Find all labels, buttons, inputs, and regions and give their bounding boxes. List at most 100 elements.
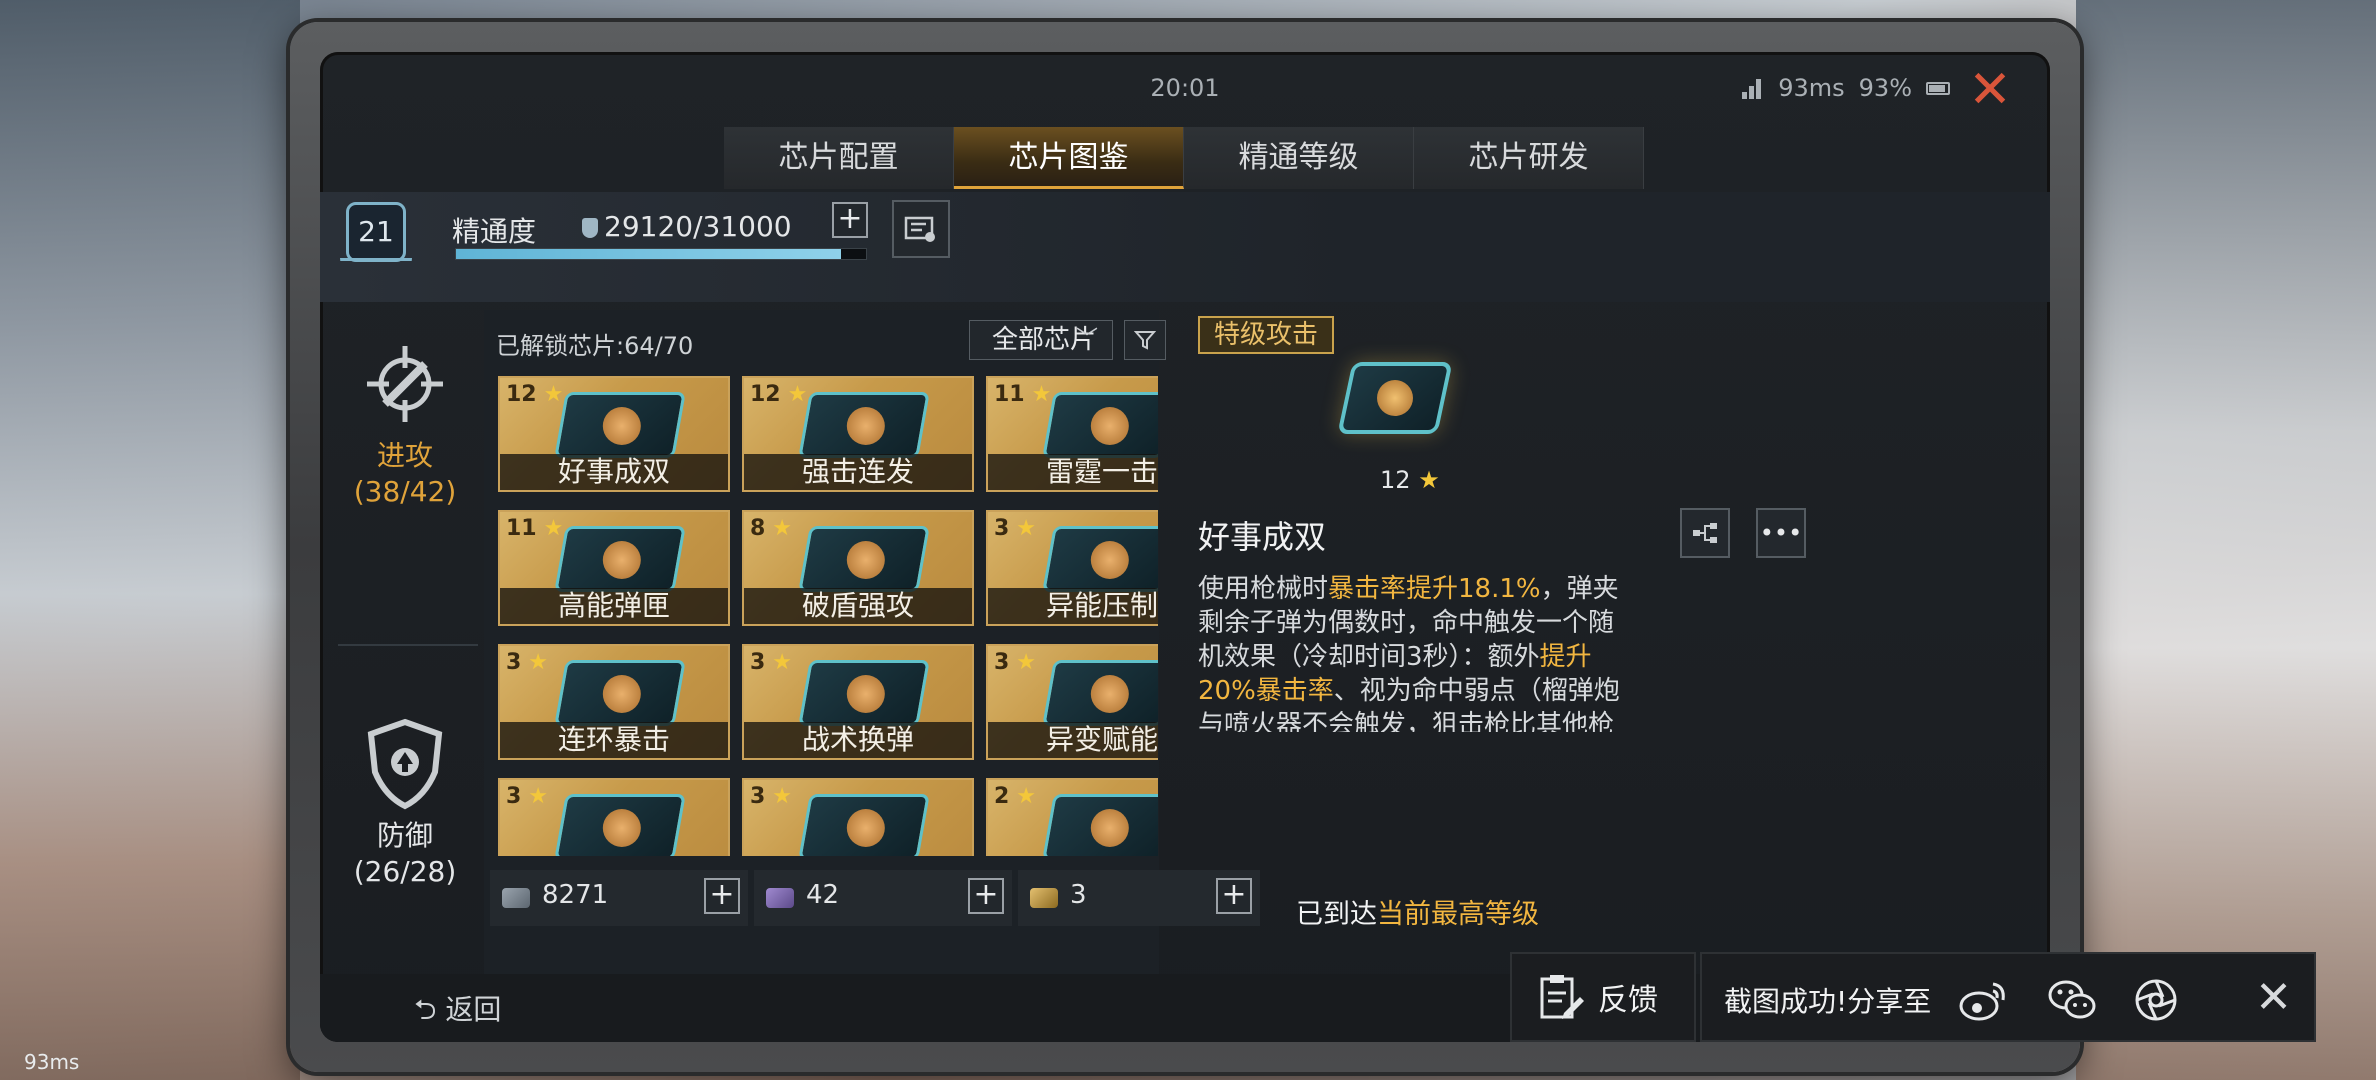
chip-stars: 3 ★ (994, 650, 1036, 675)
chip-icon (1042, 526, 1158, 592)
add-mastery-button[interactable]: + (832, 202, 868, 238)
chip-card[interactable]: 3 ★ 异变赋能 (986, 644, 1158, 760)
sidebar-item-attack[interactable]: 进攻 (38/42) (328, 324, 482, 510)
chip-card[interactable]: 3 ★ 连环暴击 (498, 644, 730, 760)
level-badge: 21 (340, 202, 412, 280)
background-left (0, 0, 300, 1080)
chip-star-count: 8 (750, 516, 766, 541)
chip-tier-tag: 特级攻击 (1198, 316, 1335, 354)
level-number: 21 (346, 202, 406, 262)
branch-icon (1693, 523, 1717, 543)
camera-aperture-icon (2135, 979, 2177, 1021)
close-button[interactable]: ✕ (1962, 62, 2018, 118)
chip-card[interactable]: 3 ★ (498, 778, 730, 856)
chip-star-value: 12 (1380, 466, 1411, 494)
chip-filter-dropdown[interactable]: 全部芯片 ﹀ (969, 320, 1113, 360)
mastery-info-button[interactable] (892, 200, 950, 258)
chip-card[interactable]: 12 ★ 好事成双 (498, 376, 730, 492)
more-button[interactable]: ••• (1756, 508, 1806, 558)
chip-stars: 2 ★ (994, 784, 1036, 809)
chip-card[interactable]: 3 ★ 异能压制 (986, 510, 1158, 626)
chip-card[interactable]: 12 ★ 强击连发 (742, 376, 974, 492)
chip-stars: 12 ★ (750, 382, 807, 407)
chip-icon (1042, 392, 1158, 458)
star-icon: ★ (765, 650, 793, 675)
weibo-share-button[interactable] (1958, 974, 2010, 1026)
chip-name-label: 连环暴击 (500, 722, 728, 758)
category-sidebar: 进攻 (38/42) 防御 (26/28) (328, 304, 482, 984)
tab-chip-research[interactable]: 芯片研发 (1414, 127, 1644, 189)
chip-card[interactable]: 2 ★ (986, 778, 1158, 856)
chip-list-panel: 已解锁芯片:64/70 全部芯片 ﹀ 12 ★ 好事成双 12 ★ 强击连发 11 ★ 雷… (484, 310, 1260, 990)
chip-star-level: 12 ★ (1380, 466, 1440, 494)
unlocked-count: 已解锁芯片:64/70 (496, 332, 694, 360)
chip-icon (1042, 660, 1158, 726)
chip-description: 使用枪械时暴击率提升18.1%，弹夹剩余子弹为偶数时，命中触发一个随机效果（冷却… (1198, 572, 1638, 732)
chip-stars: 12 ★ (506, 382, 563, 407)
chip-name: 好事成双 (1198, 518, 1327, 556)
chip-star-count: 3 (750, 784, 766, 809)
chip-stars: 3 ★ (994, 516, 1036, 541)
wing-icon (340, 258, 412, 278)
chip-icon (554, 660, 686, 726)
chip-icon (554, 392, 686, 458)
clipboard-icon (1540, 975, 1584, 1019)
chip-stars: 11 ★ (506, 516, 563, 541)
star-icon: ★ (1009, 516, 1037, 541)
signal-icon (1742, 77, 1764, 99)
chip-card[interactable]: 3 ★ (742, 778, 974, 856)
feedback-button[interactable]: 反馈 (1510, 952, 1696, 1042)
star-icon: ★ (1024, 382, 1052, 407)
chip-window: 20:01 93ms 93% ✕ 芯片配置 芯片图鉴 精通等级 芯片研发 21 … (320, 52, 2050, 1042)
sidebar-item-defense[interactable]: 防御 (26/28) (328, 704, 482, 890)
weibo-icon (1959, 982, 2005, 1021)
chip-star-count: 2 (994, 784, 1010, 809)
chip-icon (554, 526, 686, 592)
chip-star-count: 3 (994, 516, 1010, 541)
chip-icon (798, 660, 930, 726)
chip-tree-button[interactable] (1680, 508, 1730, 558)
more-icon: ••• (1759, 519, 1803, 547)
chip-card[interactable]: 8 ★ 破盾强攻 (742, 510, 974, 626)
chip-star-count: 3 (994, 650, 1010, 675)
chip-stars: 3 ★ (506, 650, 548, 675)
ping-text: 93ms (1778, 74, 1845, 102)
feedback-label: 反馈 (1598, 983, 1658, 1018)
close-share-button[interactable]: ✕ (2255, 972, 2292, 1023)
defense-label: 防御 (376, 819, 433, 852)
chip-icon (798, 392, 930, 458)
chip-grid: 12 ★好事成双12 ★强击连发11 ★雷霆一击11 ★爆裂收割11 ★高能弹匣… (498, 376, 1158, 856)
star-icon: ★ (536, 382, 564, 407)
tab-mastery-level[interactable]: 精通等级 (1184, 127, 1414, 189)
description-text: 使用枪械时 (1198, 574, 1329, 604)
add-currency-button[interactable]: + (968, 878, 1004, 914)
star-icon: ★ (1009, 650, 1037, 675)
chip-star-count: 3 (506, 784, 522, 809)
moments-share-button[interactable] (2130, 974, 2182, 1026)
chip-card[interactable]: 3 ★ 战术换弹 (742, 644, 974, 760)
back-button[interactable]: ⮌ 返回 (414, 988, 501, 1037)
add-currency-button[interactable]: + (704, 878, 740, 914)
divider (338, 644, 478, 646)
chip-stars: 11 ★ (994, 382, 1051, 407)
attack-count: (38/42) (353, 475, 457, 508)
status-bar: 20:01 93ms 93% ✕ (320, 52, 2050, 130)
currency-slot: 42 + (754, 870, 1012, 926)
star-icon: ★ (780, 382, 808, 407)
wechat-share-button[interactable] (2046, 974, 2098, 1026)
chip-name-label: 异变赋能 (988, 722, 1158, 758)
chip-icon (798, 526, 930, 592)
chip-icon (1042, 794, 1158, 856)
chip-name-label: 雷霆一击 (988, 454, 1158, 490)
document-icon (904, 216, 935, 242)
purple-material-icon (766, 888, 794, 908)
chip-card[interactable]: 11 ★ 雷霆一击 (986, 376, 1158, 492)
funnel-icon (1134, 331, 1156, 350)
chip-name-label: 战术换弹 (744, 722, 972, 758)
chip-card[interactable]: 11 ★ 高能弹匣 (498, 510, 730, 626)
chip-name-label: 异能压制 (988, 588, 1158, 624)
chip-star-count: 11 (506, 516, 537, 541)
tab-chip-config[interactable]: 芯片配置 (724, 127, 954, 189)
description-highlight: 暴击率提升18.1% (1328, 574, 1541, 604)
tab-chip-catalog[interactable]: 芯片图鉴 (954, 127, 1184, 189)
